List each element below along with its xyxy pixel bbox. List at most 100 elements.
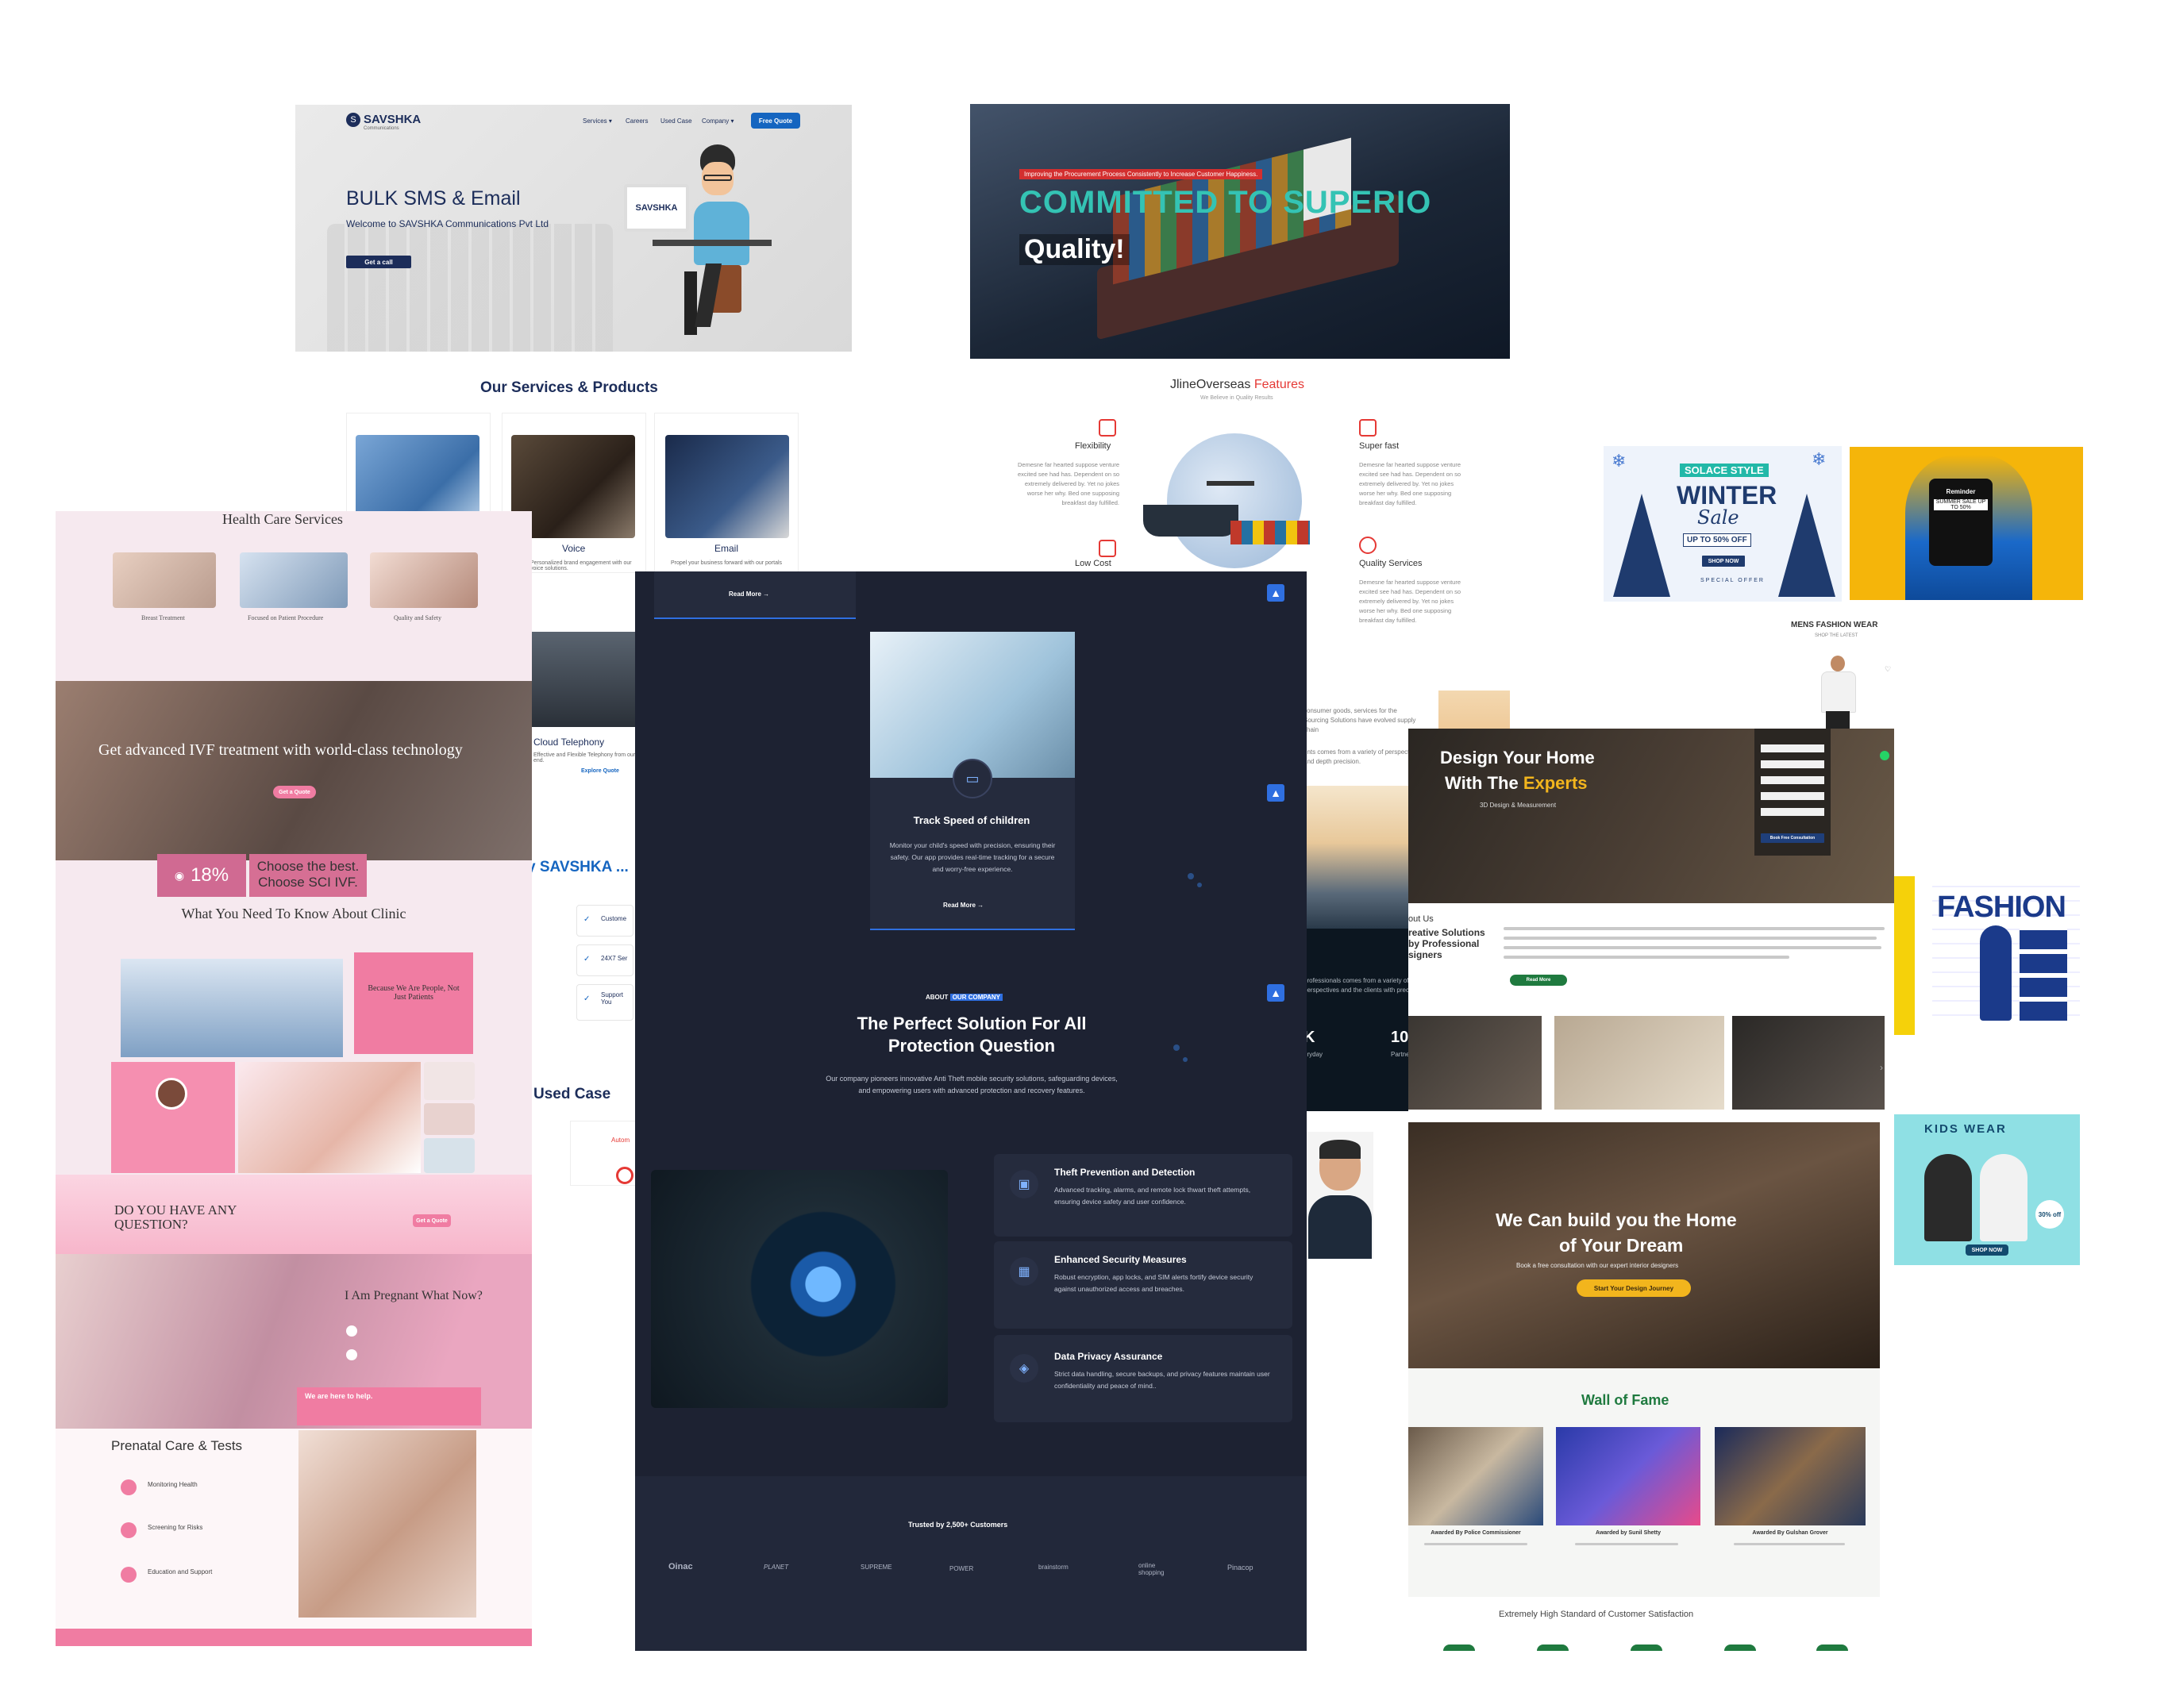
nav-careers[interactable]: Careers: [626, 117, 648, 125]
prenatal-item: Monitoring Health: [148, 1481, 198, 1488]
free-quote-button[interactable]: Free Quote: [751, 113, 800, 129]
kids-off-badge: 30% off: [2035, 1200, 2064, 1229]
quality-icon: [1359, 537, 1377, 554]
hero-subtitle: Welcome to SAVSHKA Communications Pvt Lt…: [346, 218, 549, 229]
health-title: Health Care Services: [222, 511, 343, 527]
savshka-logo[interactable]: SAVSHKA: [364, 113, 421, 126]
globe-logistics-image: [1135, 433, 1326, 576]
savshka-logo-tagline: Communications: [364, 126, 399, 131]
about-text-line: [1504, 956, 1789, 959]
kids-wear-banner[interactable]: KIDS WEAR 30% off SHOP NOW: [1893, 1114, 2080, 1265]
form-field[interactable]: [1761, 776, 1824, 784]
book-consultation-button[interactable]: Book Free Consultation: [1761, 833, 1824, 843]
design-journey-button[interactable]: Start Your Design Journey: [1577, 1279, 1691, 1297]
radio-icon: [346, 1349, 357, 1360]
super-fast-title: Super fast: [1359, 441, 1400, 451]
dream-sub: Book a free consultation with our expert…: [1516, 1262, 1679, 1269]
client-logo: Pinacop: [1227, 1564, 1253, 1571]
question-button[interactable]: Get a Quote: [413, 1214, 451, 1227]
summer-sale-banner[interactable]: Reminder SUMMER SALE UP TO 50%: [1850, 447, 2083, 600]
feature-card: ▭: [870, 632, 1075, 930]
cloud-title: Cloud Telephony: [533, 737, 605, 748]
quality-title: Quality Services: [1359, 559, 1423, 568]
privacy-icon: ◈: [1010, 1354, 1038, 1383]
ivf-hero-image: [56, 681, 532, 860]
prenatal-item: Education and Support: [148, 1568, 213, 1575]
consultation-form[interactable]: Book Free Consultation: [1754, 729, 1831, 856]
read-more-top[interactable]: Read More →: [729, 590, 769, 598]
monitor-logo: SAVSHKA: [635, 203, 678, 213]
ivf-quote-button[interactable]: Get a Quote: [273, 786, 316, 798]
heart-icon[interactable]: ♡: [1885, 665, 1891, 674]
feature-desc: Strict data handling, secure backups, an…: [1054, 1370, 1270, 1390]
arrow-up-icon[interactable]: ▲: [1267, 984, 1284, 1002]
service-image-2: [240, 552, 348, 608]
kids-shop-button[interactable]: SHOP NOW: [1966, 1244, 2008, 1256]
client-logo: PLANET: [764, 1564, 789, 1571]
avatar: [156, 1078, 187, 1110]
stat-icon: [1816, 1645, 1848, 1651]
client-logo: brainstorm: [1038, 1564, 1069, 1571]
award-caption: Awarded by Sunil Shetty: [1596, 1530, 1661, 1536]
recycle-icon: [1099, 419, 1116, 437]
room-image-3: [1732, 1016, 1885, 1110]
footer-bar: [56, 1629, 532, 1646]
form-field[interactable]: [1761, 744, 1824, 752]
man-portrait-image: [1303, 1132, 1373, 1259]
award-image-1: [1408, 1427, 1543, 1525]
form-field[interactable]: [1761, 760, 1824, 768]
monitor-screen: SAVSHKA: [624, 184, 689, 232]
nav-company[interactable]: Company ▾: [702, 117, 734, 125]
woman-sleeping-image: [238, 1062, 421, 1173]
get-a-call-button[interactable]: Get a call: [346, 256, 411, 268]
nav-services[interactable]: Services ▾: [583, 117, 612, 125]
shop-now-button[interactable]: SHOP NOW: [1702, 556, 1745, 567]
shield-icon: ▣: [1010, 1170, 1038, 1198]
features-title: JlineOverseas Features: [1170, 378, 1304, 392]
special-offer-label: SPECIAL OFFER: [1700, 578, 1765, 583]
service-image-1: [113, 552, 216, 608]
card-title: Track Speed of children: [913, 814, 1030, 826]
decor-dot: [1173, 1044, 1180, 1051]
pink-info-box: Because We Are People, Not Just Patients: [354, 952, 473, 1054]
carousel-arrow-icon[interactable]: ›: [1880, 1062, 1883, 1073]
form-field[interactable]: [1761, 792, 1824, 800]
nav-used-case[interactable]: Used Case: [660, 117, 692, 125]
card-read-more[interactable]: Read More →: [943, 902, 984, 909]
kids-title: KIDS WEAR: [1924, 1122, 2007, 1136]
check-icon: ✓: [583, 994, 591, 1003]
savshka-logo-icon: S: [346, 113, 360, 127]
heart-icon: [121, 1522, 137, 1538]
thumb-1: [424, 1062, 475, 1100]
brand-badge: SOLACE STYLE: [1680, 464, 1769, 477]
health-page: Health Care Services Breast Treatment Fo…: [56, 511, 532, 1646]
eye-icon: ◉: [174, 868, 185, 882]
hero-badge: Improving the Procurement Process Consis…: [1019, 169, 1263, 179]
stat-icon: [1443, 1645, 1475, 1651]
card-app-icon: ▭: [953, 759, 992, 798]
cloud-link[interactable]: Explore Quote: [581, 768, 619, 774]
mens-model-image: [1818, 656, 1858, 732]
reminder-sub: SUMMER SALE UP TO 50%: [1934, 499, 1988, 510]
family-image: [298, 1430, 476, 1618]
read-more-button[interactable]: Read More: [1510, 975, 1567, 986]
email-desc: Propel your business forward with our po…: [670, 560, 783, 566]
about-text-line: [1504, 937, 1877, 940]
arrow-up-icon[interactable]: ▲: [1267, 784, 1284, 802]
client-logo: POWER: [949, 1565, 974, 1572]
fashion-poster[interactable]: FASHION: [1932, 886, 2080, 1029]
arrow-up-icon[interactable]: ▲: [1267, 584, 1284, 602]
savshka-hero: S SAVSHKA Communications Services ▾ Care…: [295, 105, 852, 352]
kid-image-2: [1980, 1154, 2027, 1241]
snowflake-icon: ❄: [1812, 449, 1827, 469]
wall-title: Wall of Fame: [1581, 1392, 1669, 1408]
keyboard-image: [327, 224, 613, 352]
form-field[interactable]: [1761, 808, 1824, 816]
winter-sale-banner[interactable]: ❄ ❄ SOLACE STYLE WINTER Sale UP TO 50% O…: [1604, 446, 1842, 602]
low-cost-icon: [1099, 540, 1116, 557]
features-subtitle: We Believe in Quality Results: [1200, 395, 1273, 401]
prenatal-item: Screening for Risks: [148, 1524, 203, 1531]
radio-icon: [346, 1325, 357, 1337]
whatsapp-icon[interactable]: [1880, 751, 1889, 760]
doctors-team-image: [121, 959, 343, 1057]
